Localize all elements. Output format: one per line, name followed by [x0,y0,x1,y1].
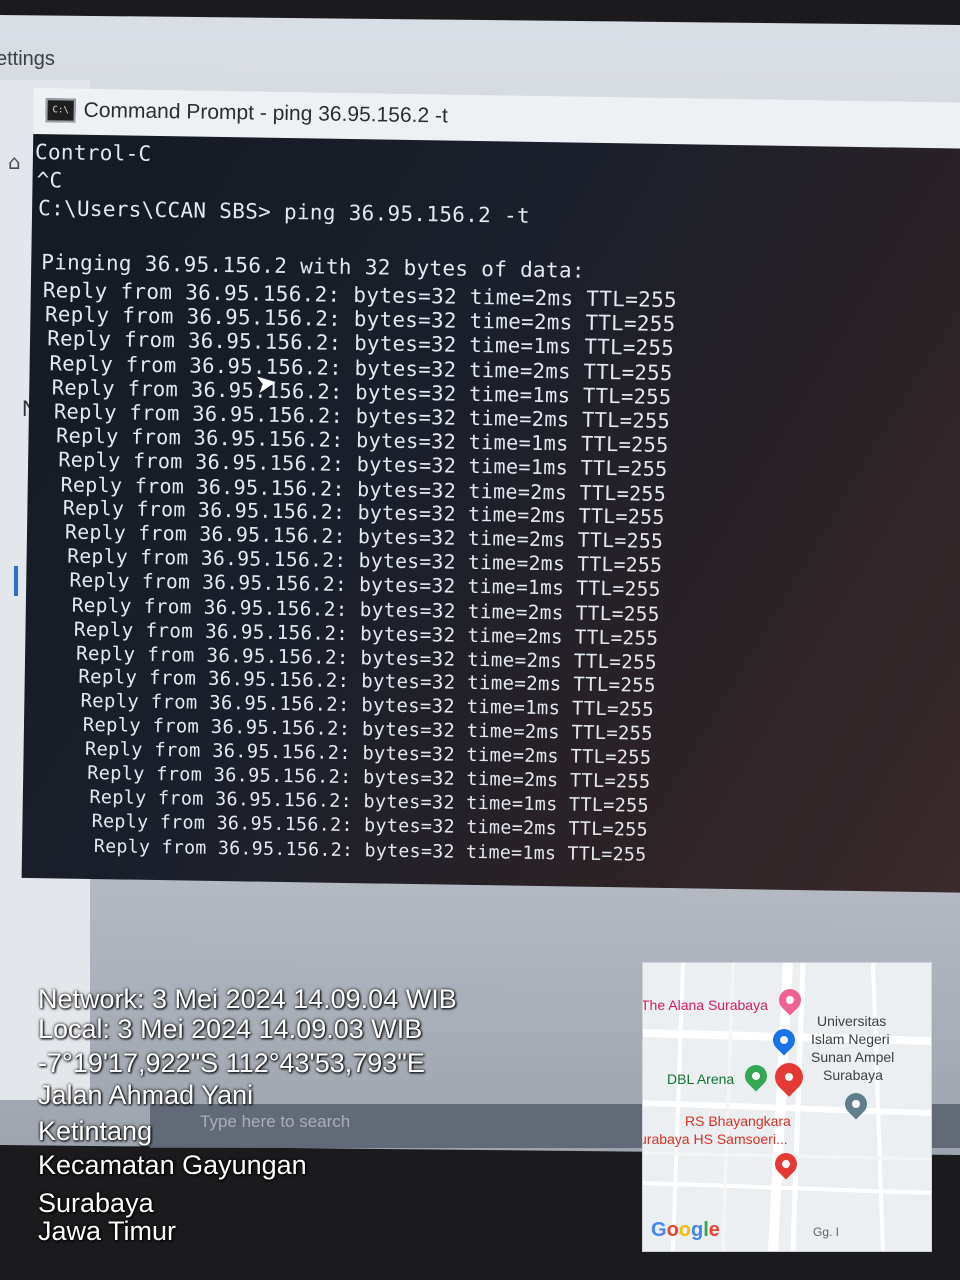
ping-reply-line: Reply from 36.95.156.2: bytes=32 time=1m… [93,835,647,866]
home-icon[interactable]: ⌂ [8,150,21,174]
province-name: Jawa Timur [38,1216,177,1246]
google-logo: Google [651,1219,720,1241]
map-label-hospital: urabaya HS Samsoeri... [642,1131,788,1147]
local-time: Local: 3 Mei 2024 14.09.03 WIB [38,1014,423,1044]
map-label-university: Islam Negeri [811,1031,890,1047]
selected-indicator [14,566,18,596]
console-command: C:\Users\CCAN SBS> ping 36.95.156.2 -t [37,196,531,228]
console-line: Pinging 36.95.156.2 with 32 bytes of dat… [41,250,585,283]
console-line: Control-C [34,140,152,166]
location-map: The Alana Surabaya Universitas Islam Neg… [642,962,932,1252]
gps-coordinates: -7°19'17,922"S 112°43'53,793"E [38,1048,425,1078]
console-line: ^C [36,168,63,193]
command-prompt-window[interactable]: C:\ Command Prompt - ping 36.95.156.2 -t… [21,88,960,893]
district-name: Kecamatan Gayungan [38,1150,307,1180]
settings-window-title: ettings [0,48,55,70]
street-name: Jalan Ahmad Yani [38,1080,254,1110]
city-name: Surabaya [38,1188,154,1218]
map-label-university: Sunan Ampel [811,1049,895,1065]
mouse-cursor-icon: ➤ [253,367,280,401]
cmd-app-icon: C:\ [45,98,76,123]
map-label-university: Universitas [817,1013,887,1029]
map-label-road: Gg. I [813,1225,840,1239]
map-label-university: Surabaya [823,1067,883,1083]
cmd-console-output[interactable]: Control-C ^C C:\Users\CCAN SBS> ping 36.… [21,133,960,893]
cmd-window-title: Command Prompt - ping 36.95.156.2 -t [83,98,448,128]
taskbar-search-box[interactable]: Type here to search [200,1112,350,1132]
map-label-hotel: The Alana Surabaya [642,997,768,1013]
map-label-arena: DBL Arena [667,1071,735,1087]
network-time: Network: 3 Mei 2024 14.09.04 WIB [38,984,457,1014]
village-name: Ketintang [38,1116,153,1146]
map-label-hospital: RS Bhayangkara [685,1113,791,1129]
